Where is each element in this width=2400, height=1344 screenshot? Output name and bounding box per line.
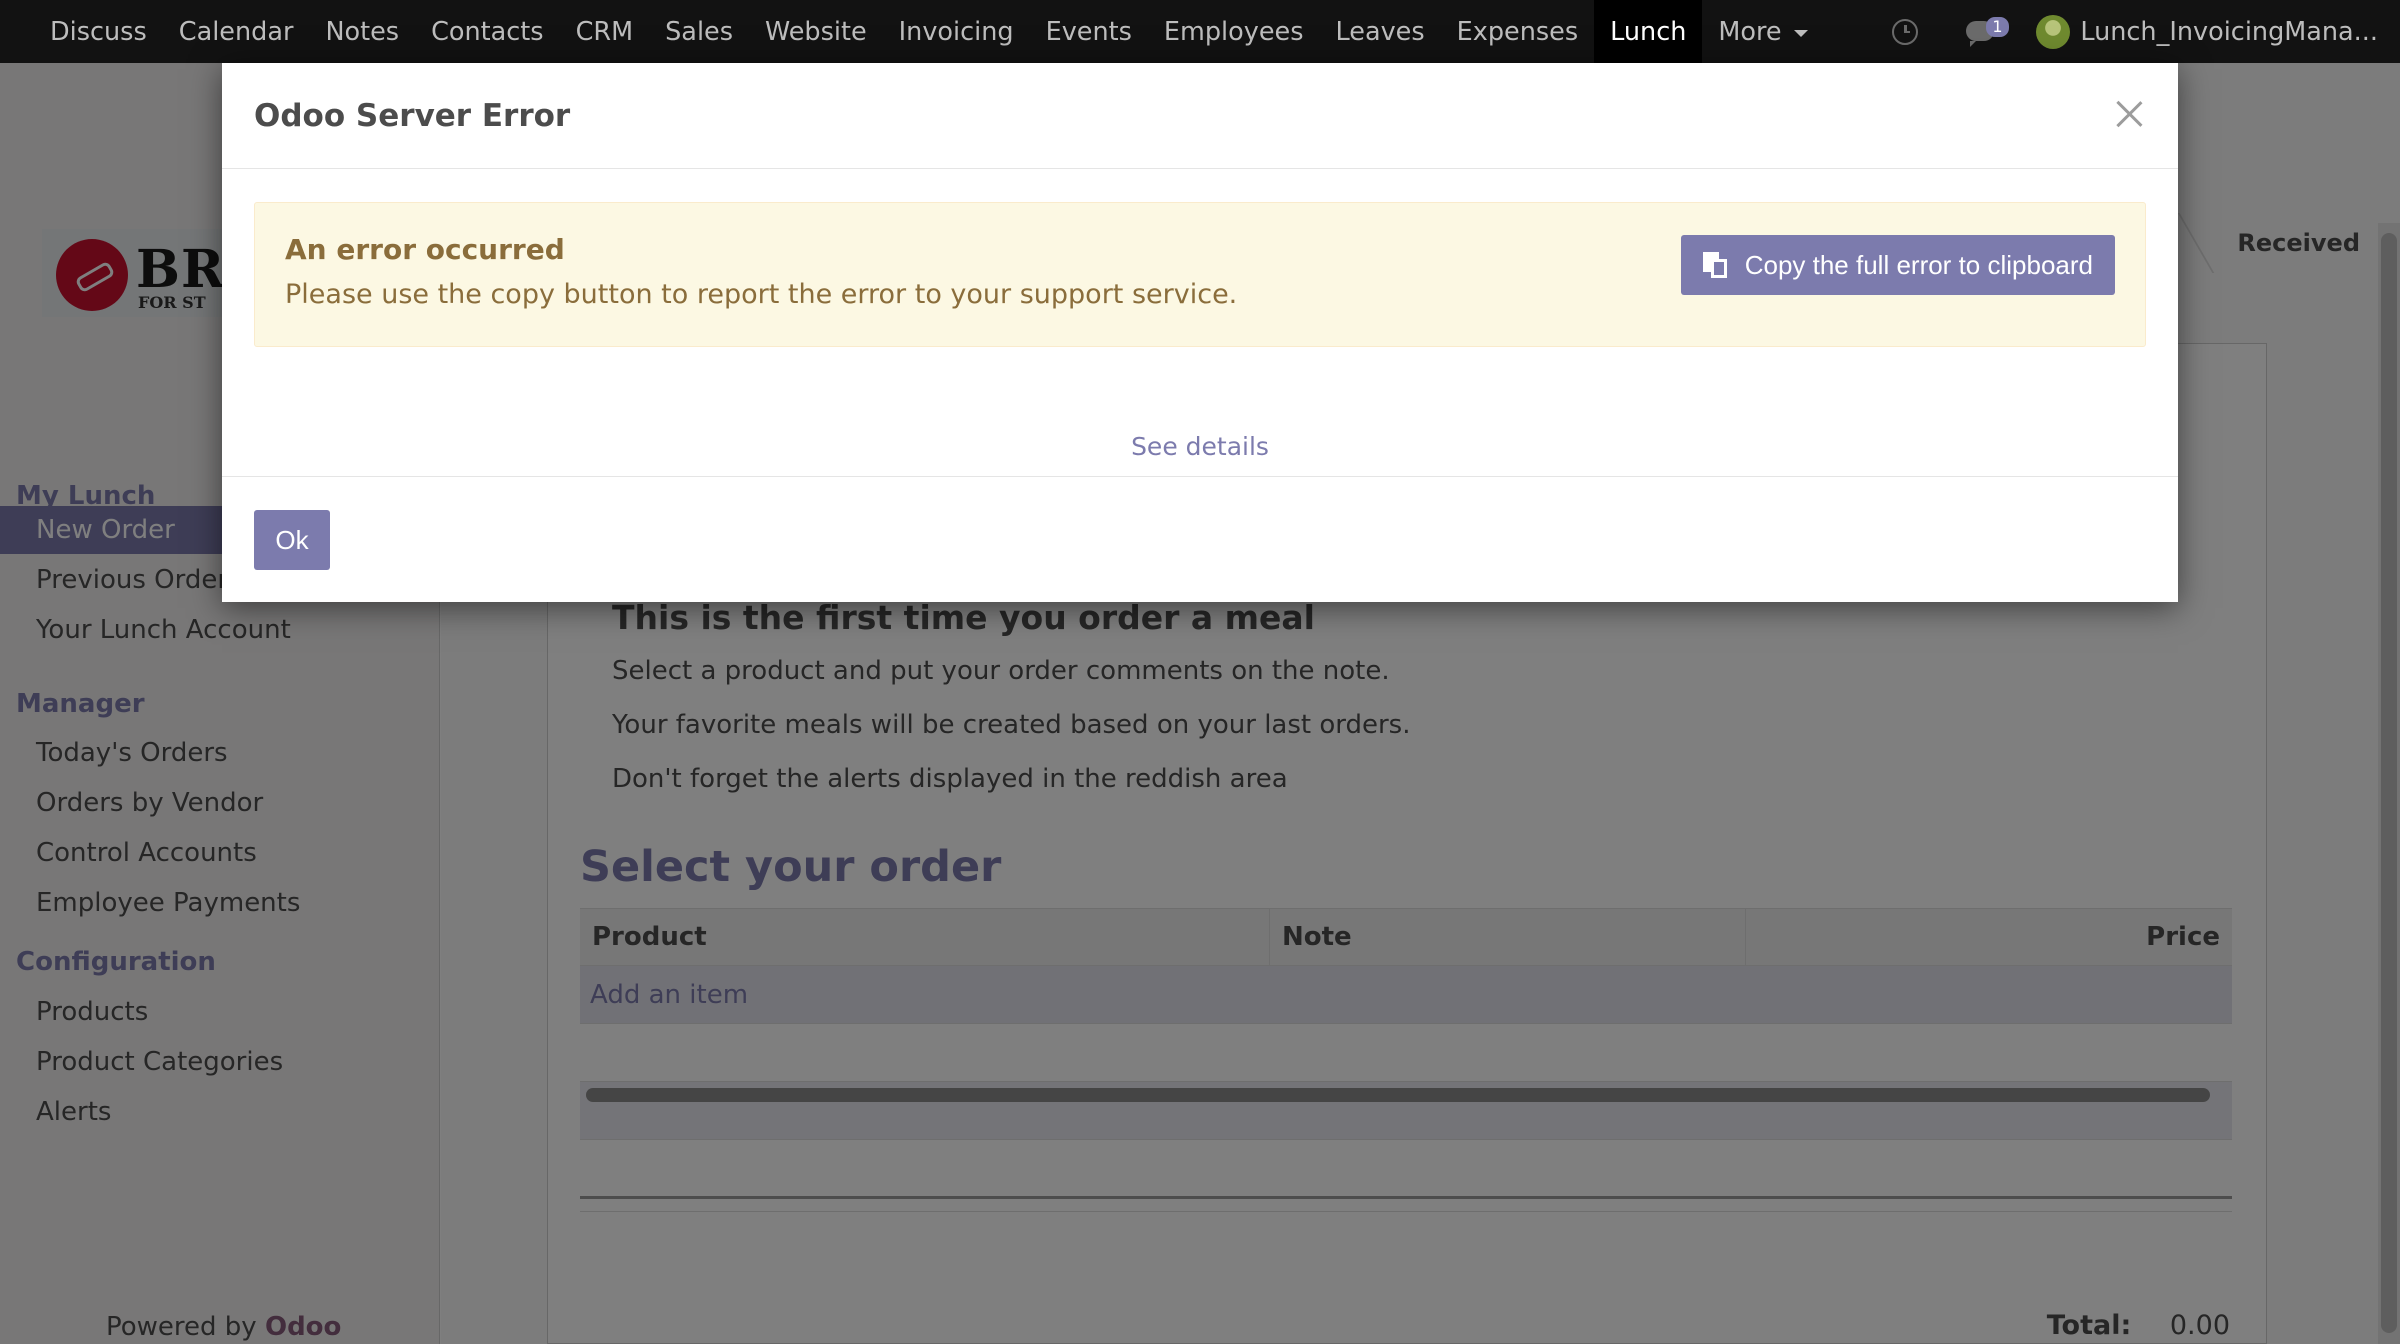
menu-events[interactable]: Events — [1030, 0, 1148, 63]
copy-error-label: Copy the full error to clipboard — [1744, 249, 2093, 280]
see-details-link[interactable]: See details — [1131, 432, 1269, 461]
dialog-title: Odoo Server Error — [254, 97, 571, 134]
caret-down-icon — [1793, 30, 1808, 37]
menu-more[interactable]: More — [1702, 0, 1823, 63]
menu-lunch[interactable]: Lunch — [1594, 0, 1703, 63]
topbar-systray: 1 Lunch_InvoicingMana... — [1892, 0, 2400, 63]
dialog-footer: Ok — [222, 476, 2178, 602]
menu-invoicing[interactable]: Invoicing — [883, 0, 1030, 63]
alert-message: Please use the copy button to report the… — [285, 279, 1238, 310]
error-alert: An error occurred Please use the copy bu… — [254, 202, 2146, 347]
ok-button[interactable]: Ok — [254, 510, 330, 570]
alert-title: An error occurred — [285, 233, 565, 266]
menu-employees[interactable]: Employees — [1148, 0, 1320, 63]
app-menu: Discuss Calendar Notes Contacts CRM Sale… — [0, 0, 1824, 63]
menu-crm[interactable]: CRM — [560, 0, 650, 63]
server-error-dialog: Odoo Server Error An error occurred Plea… — [222, 63, 2178, 602]
clock-icon[interactable] — [1892, 18, 1919, 45]
menu-calendar[interactable]: Calendar — [163, 0, 310, 63]
menu-notes[interactable]: Notes — [309, 0, 415, 63]
clipboard-icon — [1702, 252, 1727, 278]
user-avatar[interactable] — [2036, 14, 2071, 49]
see-details-wrapper: See details — [222, 432, 2178, 461]
menu-discuss[interactable]: Discuss — [34, 0, 163, 63]
close-icon[interactable] — [2114, 99, 2144, 129]
user-menu[interactable]: Lunch_InvoicingMana... — [2080, 17, 2378, 47]
dialog-header: Odoo Server Error — [222, 63, 2178, 169]
menu-more-label: More — [1718, 16, 1782, 47]
menu-sales[interactable]: Sales — [649, 0, 749, 63]
messaging-menu[interactable]: 1 — [1964, 16, 2009, 47]
copy-error-button[interactable]: Copy the full error to clipboard — [1680, 235, 2115, 295]
menu-website[interactable]: Website — [749, 0, 883, 63]
top-navbar: Discuss Calendar Notes Contacts CRM Sale… — [0, 0, 2400, 63]
menu-expenses[interactable]: Expenses — [1441, 0, 1595, 63]
menu-leaves[interactable]: Leaves — [1320, 0, 1441, 63]
menu-contacts[interactable]: Contacts — [415, 0, 560, 63]
chat-counter-badge: 1 — [1986, 16, 2009, 37]
